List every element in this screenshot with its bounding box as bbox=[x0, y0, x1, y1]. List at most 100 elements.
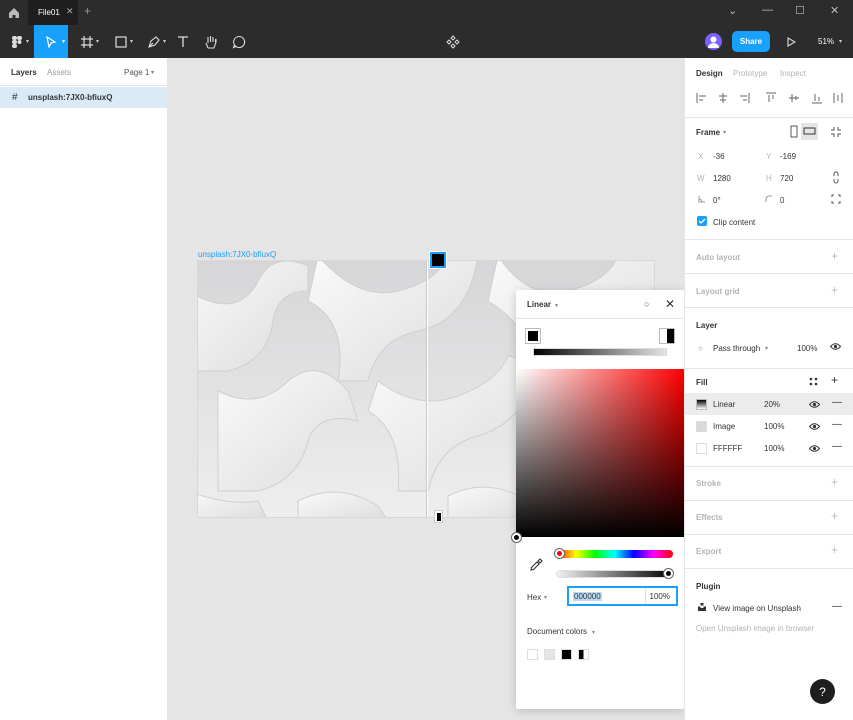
gradient-line[interactable] bbox=[426, 261, 428, 517]
tab-layers[interactable]: Layers bbox=[11, 68, 37, 77]
saturation-brightness-area[interactable] bbox=[516, 369, 684, 537]
fill-name[interactable]: FFFFFF bbox=[713, 444, 742, 453]
components-button[interactable] bbox=[438, 25, 468, 58]
fill-row[interactable]: Image 100% — bbox=[685, 415, 853, 437]
layer-row[interactable]: # unsplash:7JX0-bfiuxQ bbox=[0, 87, 168, 108]
frame-title[interactable]: Frame bbox=[696, 128, 720, 137]
document-color-swatch[interactable] bbox=[527, 649, 538, 660]
move-tool-button[interactable]: ▾ bbox=[34, 25, 68, 58]
fill-swatch[interactable] bbox=[696, 421, 707, 432]
close-icon[interactable]: ✕ bbox=[665, 297, 675, 311]
remove-fill-icon[interactable]: — bbox=[832, 441, 842, 452]
independent-corners-icon[interactable] bbox=[831, 194, 841, 206]
color-area-knob[interactable] bbox=[512, 533, 521, 542]
style-grid-icon[interactable] bbox=[809, 377, 818, 388]
portrait-icon[interactable] bbox=[787, 125, 801, 139]
eye-icon[interactable] bbox=[829, 342, 842, 353]
remove-fill-icon[interactable]: — bbox=[832, 397, 842, 408]
frame-tool-button[interactable]: ▾ bbox=[72, 25, 102, 58]
file-tab[interactable]: File01 ✕ bbox=[28, 0, 78, 25]
add-export-icon[interactable]: + bbox=[831, 543, 838, 557]
hex-input[interactable]: 000000 100% bbox=[567, 586, 678, 606]
present-button[interactable] bbox=[776, 25, 806, 58]
tab-inspect[interactable]: Inspect bbox=[780, 69, 806, 78]
y-input[interactable]: -169 bbox=[780, 152, 796, 161]
gradient-preview-bar[interactable] bbox=[533, 348, 667, 356]
fill-opacity[interactable]: 100% bbox=[764, 444, 784, 453]
fill-swatch[interactable] bbox=[696, 443, 707, 454]
fill-row[interactable]: FFFFFF 100% — bbox=[685, 437, 853, 459]
gradient-stop-end[interactable] bbox=[434, 510, 443, 523]
doc-colors-chevron-icon[interactable]: ▾ bbox=[592, 629, 595, 636]
frame-label[interactable]: unsplash:7JX0-bfiuxQ bbox=[198, 250, 276, 259]
blend-mode-select[interactable]: Pass through bbox=[713, 344, 760, 353]
add-fill-icon[interactable]: + bbox=[831, 373, 838, 387]
document-color-swatch[interactable] bbox=[578, 649, 589, 660]
hue-knob[interactable] bbox=[555, 549, 564, 558]
fill-swatch[interactable] bbox=[696, 399, 707, 410]
tab-prototype[interactable]: Prototype bbox=[733, 69, 767, 78]
eye-icon[interactable] bbox=[808, 422, 821, 433]
opacity-slider[interactable] bbox=[556, 570, 673, 578]
hand-tool-button[interactable] bbox=[196, 25, 226, 58]
document-colors-select[interactable]: Document colors bbox=[527, 627, 587, 636]
eyedropper-icon[interactable] bbox=[529, 558, 543, 574]
opacity-knob[interactable] bbox=[664, 569, 673, 578]
clip-content-checkbox[interactable] bbox=[697, 216, 707, 226]
document-color-swatch[interactable] bbox=[561, 649, 572, 660]
plugin-item[interactable]: View image on Unsplash bbox=[713, 604, 801, 613]
share-button[interactable]: Share bbox=[732, 31, 770, 52]
add-layout-grid-icon[interactable]: + bbox=[831, 283, 838, 297]
fill-opacity[interactable]: 20% bbox=[764, 400, 780, 409]
x-input[interactable]: -36 bbox=[713, 152, 725, 161]
help-button[interactable]: ? bbox=[810, 679, 835, 704]
hue-slider[interactable] bbox=[556, 550, 673, 558]
landscape-icon[interactable] bbox=[801, 123, 818, 140]
frame-chevron-icon[interactable]: ▾ bbox=[723, 129, 726, 136]
text-tool-button[interactable] bbox=[168, 25, 198, 58]
rotate-gradient-icon[interactable]: ○ bbox=[644, 299, 649, 309]
zoom-chevron-icon[interactable]: ▾ bbox=[839, 38, 842, 45]
opacity-input[interactable]: 100% bbox=[650, 592, 670, 601]
constrain-proportions-icon[interactable] bbox=[832, 171, 840, 186]
add-stroke-icon[interactable]: + bbox=[831, 475, 838, 489]
fill-name[interactable]: Image bbox=[713, 422, 735, 431]
fill-opacity[interactable]: 100% bbox=[764, 422, 784, 431]
format-chevron-icon[interactable]: ▾ bbox=[544, 594, 547, 601]
remove-plugin-icon[interactable]: — bbox=[832, 601, 842, 612]
gradient-type-select[interactable]: Linear bbox=[527, 300, 551, 309]
remove-fill-icon[interactable]: — bbox=[832, 419, 842, 430]
pen-tool-button[interactable]: ▾ bbox=[139, 25, 169, 58]
shape-tool-button[interactable]: ▾ bbox=[106, 25, 136, 58]
document-color-swatch[interactable] bbox=[544, 649, 555, 660]
home-icon[interactable] bbox=[6, 5, 22, 21]
hex-value[interactable]: 000000 bbox=[573, 592, 602, 601]
eye-icon[interactable] bbox=[808, 400, 821, 411]
gradient-stop-start[interactable] bbox=[429, 251, 447, 269]
resize-to-fit-icon[interactable] bbox=[830, 126, 842, 140]
tab-assets[interactable]: Assets bbox=[47, 68, 71, 77]
gradient-stop-swatch-start[interactable] bbox=[525, 328, 541, 344]
user-avatar[interactable] bbox=[705, 33, 722, 50]
new-tab-button[interactable]: + bbox=[84, 4, 91, 18]
rotation-input[interactable]: 0° bbox=[713, 196, 721, 205]
gradient-type-chevron-icon[interactable]: ▾ bbox=[555, 302, 558, 309]
w-input[interactable]: 1280 bbox=[713, 174, 731, 183]
close-tab-icon[interactable]: ✕ bbox=[66, 6, 74, 17]
corner-radius-input[interactable]: 0 bbox=[780, 196, 784, 205]
blend-chevron-icon[interactable]: ▾ bbox=[765, 345, 768, 352]
page-selector[interactable]: Page 1 bbox=[124, 68, 149, 77]
fill-name[interactable]: Linear bbox=[713, 400, 735, 409]
maximize-button[interactable]: ☐ bbox=[795, 4, 805, 17]
page-chevron-icon[interactable]: ▾ bbox=[151, 69, 154, 76]
color-format-select[interactable]: Hex bbox=[527, 593, 541, 602]
h-input[interactable]: 720 bbox=[780, 174, 793, 183]
plugin-link[interactable]: Open Unsplash image in browser bbox=[696, 624, 814, 633]
add-effect-icon[interactable]: + bbox=[831, 509, 838, 523]
add-auto-layout-icon[interactable]: + bbox=[831, 249, 838, 263]
layer-opacity-input[interactable]: 100% bbox=[797, 344, 817, 353]
chevron-down-icon[interactable]: ⌄ bbox=[728, 4, 737, 17]
minimize-button[interactable]: — bbox=[762, 4, 773, 16]
close-window-button[interactable]: ✕ bbox=[830, 4, 839, 17]
gradient-stop-swatch-end[interactable] bbox=[659, 328, 675, 344]
